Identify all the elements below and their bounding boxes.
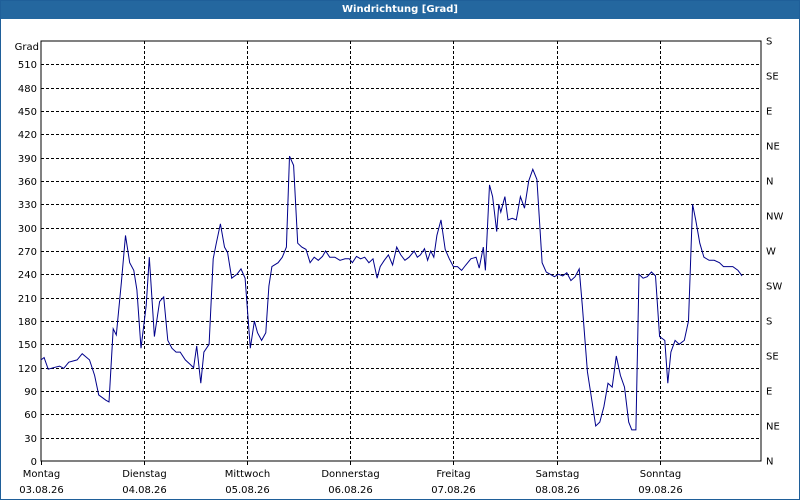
y2-tick-label: E (766, 387, 772, 398)
y2-tick-label: NE (766, 422, 780, 433)
y-tick-label: 390 (18, 154, 37, 165)
y-tick-label: 90 (24, 387, 37, 398)
y-tick-label: 300 (18, 224, 37, 235)
y-tick-label: 150 (18, 340, 37, 351)
chart-window: Windrichtung [Grad] Grad 0 30 60 90 120 150 18… (0, 0, 800, 500)
y2-tick-label: W (766, 247, 776, 258)
x-tick-day-label: Montag (23, 469, 60, 480)
x-tick-date-label: 03.08.26 (19, 485, 64, 496)
x-tick-date-label: 08.08.26 (535, 485, 580, 496)
y2-tick-label: NE (766, 142, 780, 153)
y-axis-label: Grad (15, 42, 39, 53)
y-tick-label: 210 (18, 294, 37, 305)
y-tick-label: 240 (18, 270, 37, 281)
x-tick-date-label: 04.08.26 (122, 485, 167, 496)
x-tick-day-label: Dienstag (122, 469, 167, 480)
y-tick-label: 120 (18, 364, 37, 375)
y2-tick-label: NW (766, 212, 783, 223)
x-tick-date-label: 07.08.26 (431, 485, 476, 496)
y2-tick-label: N (766, 457, 773, 468)
y-tick-label: 480 (18, 84, 37, 95)
y-tick-label: 60 (24, 410, 37, 421)
x-tick-day-label: Donnerstag (321, 469, 379, 480)
x-tick-day-label: Mittwoch (225, 469, 270, 480)
y-tick-label: 330 (18, 200, 37, 211)
wind-direction-chart: Grad 0 30 60 90 120 150 180 210 240 270 300 330 360 3… (15, 37, 784, 497)
y2-tick-label: SW (766, 282, 782, 293)
y-tick-label: 30 (24, 434, 37, 445)
y2-tick-label: S (766, 317, 772, 328)
y-tick-label: 270 (18, 247, 37, 258)
x-tick-day-label: Freitag (436, 469, 470, 480)
y2-tick-label: S (766, 37, 772, 48)
y-tick-label: 510 (18, 60, 37, 71)
x-tick-day-label: Sonntag (640, 469, 682, 480)
y-tick-label: 180 (18, 317, 37, 328)
y-tick-label: 360 (18, 177, 37, 188)
y2-tick-label: N (766, 177, 773, 188)
x-tick-date-label: 09.08.26 (638, 485, 683, 496)
y2-tick-label: E (766, 107, 772, 118)
x-tick-date-label: 05.08.26 (225, 485, 270, 496)
x-tick-date-label: 06.08.26 (328, 485, 373, 496)
x-tick-day-label: Samstag (536, 469, 580, 480)
y-tick-label: 0 (31, 457, 37, 468)
y-tick-label: 420 (18, 130, 37, 141)
y2-tick-label: SE (766, 72, 779, 83)
y-tick-label: 450 (18, 107, 37, 118)
y2-tick-label: SE (766, 352, 779, 363)
